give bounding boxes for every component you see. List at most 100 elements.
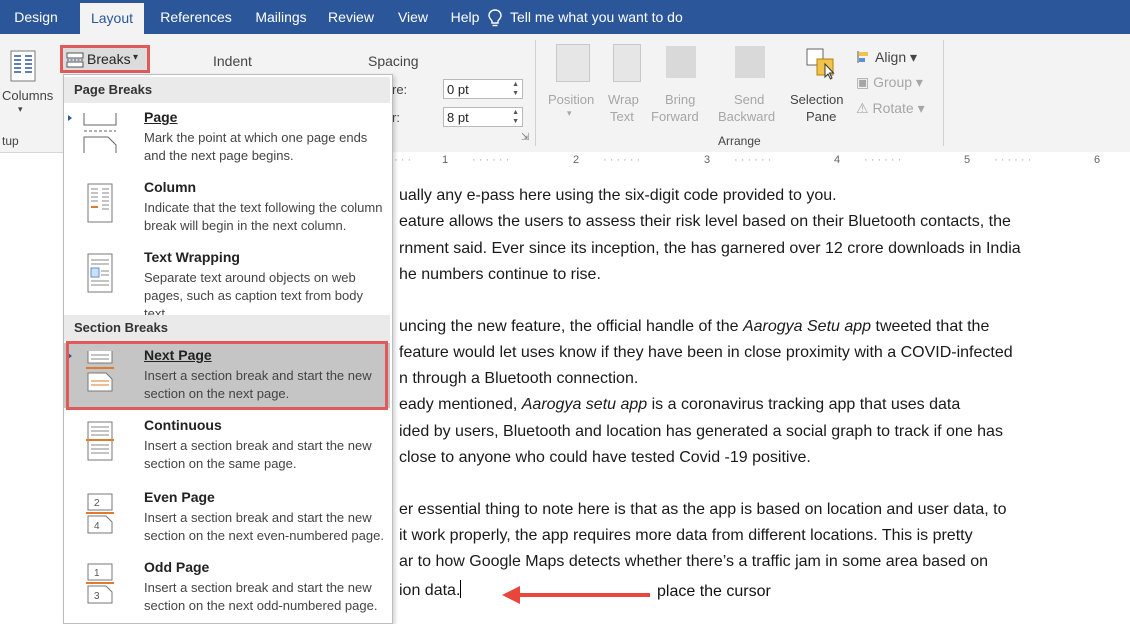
menu-item-continuous[interactable]: Continuous Insert a section break and st… — [64, 413, 390, 479]
doc-text: ion data. — [399, 582, 461, 599]
text-wrapping-icon — [87, 253, 113, 293]
tab-mailings[interactable]: Mailings — [245, 0, 317, 34]
doc-line: ided by users, Bluetooth and location ha… — [399, 423, 1003, 440]
doc-line: er essential thing to note here is that … — [399, 501, 1007, 518]
tab-references[interactable]: References — [150, 0, 242, 34]
menu-item-desc: Insert a section break and start the new… — [144, 580, 378, 613]
wrap-text-button[interactable]: Wrap — [608, 92, 639, 107]
ribbon-tab-bar: Design Layout References Mailings Review… — [0, 0, 1130, 34]
position-button[interactable]: Position — [548, 92, 594, 107]
ruler-ticks: · · · · · · — [864, 154, 902, 166]
lightbulb-icon — [488, 9, 502, 27]
columns-dropdown-icon: ▾ — [18, 104, 23, 114]
continuous-break-icon — [86, 421, 114, 461]
bring-forward-icon — [666, 46, 696, 78]
breaks-button[interactable]: Breaks ▾ — [60, 45, 150, 73]
selection-pane-icon — [806, 48, 835, 80]
spin-arrows-icon[interactable]: ▲ ▼ — [512, 108, 519, 126]
columns-button[interactable]: Columns — [2, 88, 53, 103]
spacing-before-input[interactable]: 0 pt ▲ ▼ — [443, 79, 523, 99]
doc-line: rnment said. Ever since its inception, t… — [399, 240, 1021, 257]
doc-line: eady mentioned, Aarogya setu app is a co… — [399, 396, 960, 414]
menu-item-title: Page — [144, 109, 178, 125]
doc-text: tweeted that the — [871, 318, 990, 335]
group-label: Group — [873, 74, 913, 90]
svg-text:2: 2 — [94, 498, 100, 509]
ruler-number: 6 — [1094, 154, 1101, 166]
svg-text:1: 1 — [94, 568, 100, 579]
ruler-ticks: · · · — [394, 154, 412, 166]
breaks-label: Breaks — [87, 51, 131, 67]
highlight-box — [66, 341, 388, 410]
arrange-group-label: Arrange — [718, 134, 761, 148]
menu-item-desc: Mark the point at which one page ends an… — [144, 130, 368, 163]
menu-item-title: Continuous — [144, 417, 222, 433]
doc-line: close to anyone who could have tested Co… — [399, 449, 811, 466]
doc-line: ually any e-pass here using the six-digi… — [399, 187, 837, 204]
column-break-icon — [87, 183, 113, 223]
group-separator — [535, 40, 536, 146]
menu-item-desc: Insert a section break and start the new… — [144, 438, 372, 471]
ruler-ticks: · · · · · · — [472, 154, 510, 166]
doc-line: feature would let uses know if they have… — [399, 344, 1013, 361]
align-button[interactable]: Align ▾ — [875, 49, 917, 66]
selection-pane-button[interactable]: Selection — [790, 92, 843, 107]
section-breaks-header: Section Breaks — [64, 315, 390, 341]
spacing-before-value: 0 pt — [447, 82, 469, 97]
menu-item-odd-page[interactable]: 1 3 Odd Page Insert a section break and … — [64, 555, 390, 621]
rotate-button[interactable]: ⚠ Rotate ▾ — [856, 100, 925, 117]
doc-line: ion data. — [399, 580, 462, 600]
even-page-break-icon: 2 4 — [86, 493, 114, 534]
annotation-arrow-icon — [502, 586, 650, 604]
dialog-launcher-icon[interactable]: ⇲ — [521, 132, 529, 143]
tab-help[interactable]: Help — [444, 0, 486, 34]
svg-text:4: 4 — [94, 521, 100, 532]
group-separator — [943, 40, 944, 146]
menu-item-desc: Insert a section break and start the new… — [144, 510, 384, 543]
position-icon — [556, 44, 590, 82]
spacing-label: Spacing — [368, 53, 419, 69]
send-backward-icon — [735, 46, 765, 78]
columns-icon — [10, 50, 36, 82]
ruler-number: 2 — [573, 154, 580, 166]
menu-item-desc: Indicate that the text following the col… — [144, 200, 383, 233]
breaks-icon — [66, 52, 84, 68]
tab-review[interactable]: Review — [322, 0, 380, 34]
send-backward-button[interactable]: Send — [734, 92, 764, 107]
doc-italic-text: Aarogya Setu app — [742, 318, 872, 335]
page-break-icon — [83, 113, 117, 153]
menu-item-page[interactable]: Page Mark the point at which one page en… — [64, 105, 390, 169]
doc-text: uncing the new feature, the official han… — [399, 318, 743, 335]
spacing-after-value: 8 pt — [447, 110, 469, 125]
doc-line: eature allows the users to assess their … — [399, 213, 1011, 230]
menu-item-column[interactable]: Column Indicate that the text following … — [64, 175, 390, 239]
bring-forward-button[interactable]: Bring — [665, 92, 695, 107]
menu-item-text-wrapping[interactable]: Text Wrapping Separate text around objec… — [64, 245, 390, 321]
selection-marker-icon — [68, 115, 72, 121]
tab-design[interactable]: Design — [0, 0, 72, 34]
send-backward-label-2: Backward — [718, 109, 776, 124]
menu-item-even-page[interactable]: 2 4 Even Page Insert a section break and… — [64, 485, 390, 551]
doc-text: is a coronavirus tracking app that uses … — [647, 396, 961, 413]
tell-me-text: Tell me what you want to do — [510, 9, 683, 25]
spacing-after-input[interactable]: 8 pt ▲ ▼ — [443, 107, 523, 127]
tab-layout[interactable]: Layout — [80, 3, 144, 34]
tab-view[interactable]: View — [390, 0, 436, 34]
breaks-dropdown-icon: ▾ — [133, 52, 139, 63]
group-button[interactable]: ▣ Group ▾ — [856, 74, 923, 91]
menu-item-title: Even Page — [144, 489, 215, 505]
horizontal-ruler[interactable]: · · · 1 · · · · · · 2 · · · · · · 3 · · … — [392, 152, 1130, 171]
spin-arrows-icon[interactable]: ▲ ▼ — [512, 80, 519, 98]
doc-line: uncing the new feature, the official han… — [399, 318, 989, 336]
annotation-text: place the cursor — [657, 583, 771, 600]
ruler-number: 5 — [964, 154, 971, 166]
doc-text: eady mentioned, — [399, 396, 522, 413]
doc-line: ar to how Google Maps detects whether th… — [399, 553, 989, 570]
align-icon — [857, 51, 868, 63]
odd-page-break-icon: 1 3 — [86, 563, 114, 604]
tell-me-search[interactable]: Tell me what you want to do — [488, 0, 683, 34]
bring-forward-label-2: Forward — [651, 109, 699, 124]
menu-item-title: Text Wrapping — [144, 249, 240, 265]
selection-pane-label-2: Pane — [806, 109, 837, 124]
doc-line: he numbers continue to rise. — [399, 266, 601, 283]
